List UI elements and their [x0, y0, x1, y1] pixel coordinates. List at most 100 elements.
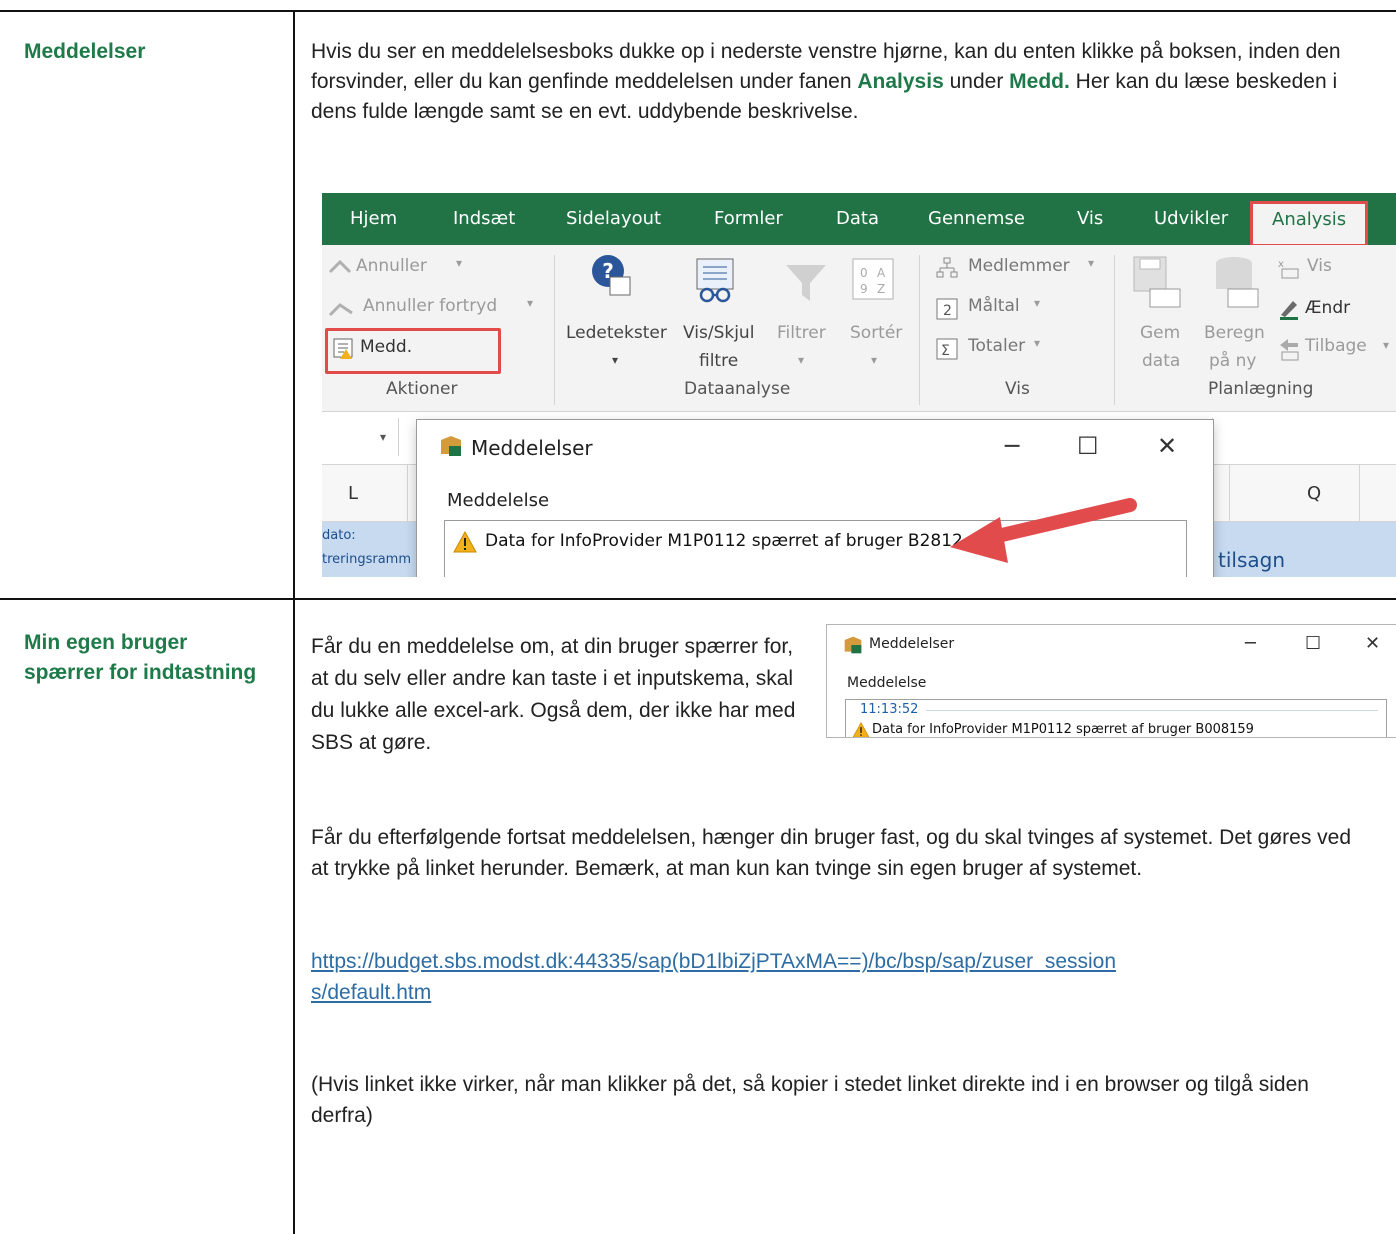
redo-icon — [328, 303, 353, 317]
column-header-q[interactable]: Q — [1307, 483, 1321, 504]
ribbon: Annuller ▾ Annuller fortryd ▾ Medd. Akti… — [322, 245, 1396, 412]
intro-paragraph: Hvis du ser en meddelelsesboks dukke op … — [311, 37, 1381, 127]
tab-udvikler[interactable]: Udvikler — [1154, 208, 1228, 229]
column-header-l[interactable]: L — [348, 483, 358, 504]
sort-button[interactable]: Sortér — [850, 323, 902, 343]
tab-data[interactable]: Data — [836, 208, 879, 229]
maximize-button[interactable]: ☐ — [1077, 432, 1099, 460]
measures-icon: 2 — [936, 298, 958, 320]
members-button[interactable]: Medlemmer — [968, 256, 1070, 276]
filter-dropdown-icon[interactable]: ▾ — [798, 353, 804, 367]
maximize-button[interactable]: ☐ — [1305, 633, 1321, 654]
name-box[interactable] — [322, 418, 399, 456]
undo-icon — [328, 259, 352, 274]
svg-text:2: 2 — [943, 303, 952, 319]
dialog-title: Meddelelser — [471, 436, 593, 460]
column-border — [407, 465, 408, 521]
redo-dropdown-icon[interactable]: ▾ — [527, 296, 533, 310]
change-button[interactable]: Ændr — [1305, 298, 1350, 318]
tab-formler[interactable]: Formler — [714, 208, 783, 229]
column-divider — [293, 10, 295, 1234]
undo-button[interactable]: Annuller — [356, 256, 427, 276]
messages-dialog-screenshot: Meddelelser ─ ☐ ✕ Meddelelse 11:13:52 Da… — [827, 625, 1396, 737]
ribbon-tab-bar: Hjem Indsæt Sidelayout Formler Data Genn… — [322, 193, 1396, 247]
svg-text:Z: Z — [877, 282, 885, 296]
message-text[interactable]: Data for InfoProvider M1P0112 spærret af… — [485, 531, 963, 551]
vis-skjul-button[interactable]: Vis/Skjul — [683, 323, 754, 343]
cell-ramme[interactable]: treringsramm — [322, 552, 411, 567]
filter-icon — [786, 265, 826, 301]
members-dropdown-icon[interactable]: ▾ — [1088, 256, 1094, 270]
group-separator — [919, 255, 920, 405]
svg-text:9: 9 — [860, 282, 868, 296]
row-heading-meddelelser: Meddelelser — [24, 40, 146, 63]
intro-analysis-tab: Analysis — [857, 70, 944, 93]
session-link-line2[interactable]: s/default.htm — [311, 977, 1391, 1008]
message-time: 11:13:52 — [860, 702, 919, 717]
formula-bar[interactable] — [1212, 418, 1396, 456]
cell-dato[interactable]: dato: — [322, 528, 356, 543]
totals-dropdown-icon[interactable]: ▾ — [1034, 336, 1040, 350]
back-button[interactable]: Tilbage — [1305, 336, 1367, 356]
group-aktioner: Aktioner — [386, 379, 458, 399]
save-data-button[interactable]: Gem — [1140, 323, 1180, 343]
paragraph-forced-logout: Får du efterfølgende fortsat meddelelsen… — [311, 826, 1352, 880]
measures-button[interactable]: Måltal — [968, 296, 1020, 316]
minimize-button[interactable]: ─ — [1245, 633, 1256, 654]
paragraph-lock-info: Får du en meddelelse om, at din bruger s… — [311, 635, 796, 754]
tab-sidelayout[interactable]: Sidelayout — [566, 208, 661, 229]
back-dropdown-icon[interactable]: ▾ — [1383, 338, 1389, 352]
row-divider — [0, 598, 1396, 600]
close-button[interactable]: ✕ — [1365, 633, 1380, 654]
red-arrow-icon — [950, 498, 1137, 563]
message-label: Meddelelse — [447, 490, 550, 511]
change-icon — [1280, 301, 1298, 320]
measures-dropdown-icon[interactable]: ▾ — [1034, 296, 1040, 310]
sort-dropdown-icon[interactable]: ▾ — [871, 353, 877, 367]
help-prompts-icon: ? — [592, 255, 631, 296]
medd-highlight — [325, 328, 501, 374]
session-link-line1[interactable]: https://budget.sbs.modst.dk:44335/sap(bD… — [311, 946, 1391, 977]
undo-dropdown-icon[interactable]: ▾ — [456, 256, 462, 270]
name-box-dropdown-icon[interactable]: ▾ — [380, 430, 386, 444]
close-button[interactable]: ✕ — [1157, 432, 1177, 460]
minimize-button[interactable]: ─ — [1005, 432, 1019, 460]
recalculate-button[interactable]: Beregn — [1204, 323, 1265, 343]
warning-icon — [453, 531, 477, 553]
recalculate-button-line2: på ny — [1209, 351, 1257, 371]
dialog2-title: Meddelelser — [869, 636, 955, 652]
svg-text:A: A — [877, 266, 886, 280]
svg-text:Σ: Σ — [941, 343, 950, 359]
table-top-border — [0, 10, 1396, 12]
tab-vis[interactable]: Vis — [1077, 208, 1103, 229]
sort-icon: 0 9AZ — [852, 258, 894, 300]
app-icon — [441, 436, 461, 456]
prompts-dropdown-icon[interactable]: ▾ — [612, 353, 618, 367]
tab-gennemse[interactable]: Gennemse — [928, 208, 1025, 229]
tab-indsaet[interactable]: Indsæt — [453, 208, 515, 229]
redo-button[interactable]: Annuller fortryd — [363, 296, 497, 316]
show-planning-button[interactable]: Vis — [1307, 256, 1332, 276]
tab-analysis[interactable]: Analysis — [1249, 201, 1369, 247]
members-icon — [936, 257, 958, 278]
save-data-button-line2: data — [1142, 351, 1181, 371]
totals-button[interactable]: Totaler — [968, 336, 1025, 356]
tab-hjem[interactable]: Hjem — [350, 208, 397, 229]
intro-medd-button: Medd. — [1009, 70, 1070, 93]
message-text[interactable]: Data for InfoProvider M1P0112 spærret af… — [872, 722, 1254, 737]
group-separator — [554, 255, 555, 405]
message-list[interactable]: 11:13:52 Data for InfoProvider M1P0112 s… — [845, 699, 1387, 737]
group-dataanalyse: Dataanalyse — [684, 379, 791, 399]
svg-text:0: 0 — [860, 266, 868, 280]
row-heading-min-egen-bruger: Min egen bruger spærrer for indtastning — [24, 631, 257, 684]
cell-tilsagn[interactable]: tilsagn — [1218, 548, 1285, 572]
column-border — [1229, 465, 1230, 521]
vis-skjul-button-line2: filtre — [699, 351, 739, 371]
session-link[interactable]: https://budget.sbs.modst.dk:44335/sap(bD… — [311, 946, 1391, 1008]
dialog2-label: Meddelelse — [847, 675, 927, 691]
recalculate-icon — [1216, 257, 1259, 308]
prompts-button[interactable]: Ledetekster — [566, 323, 667, 343]
filter-button[interactable]: Filtrer — [777, 323, 826, 343]
intro-text-2: under — [943, 70, 1010, 93]
show-planning-icon: x — [1278, 259, 1299, 279]
